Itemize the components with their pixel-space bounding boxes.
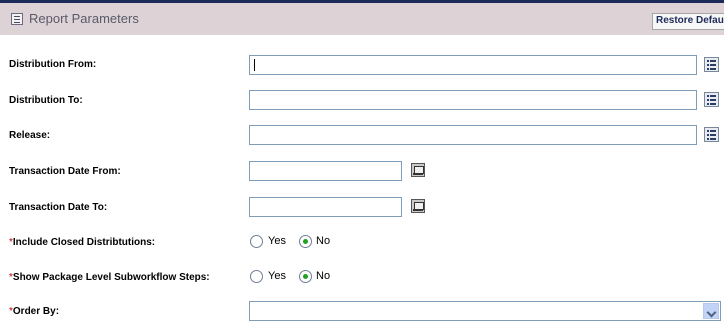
text-caret	[254, 59, 255, 71]
order-by-select[interactable]	[249, 301, 721, 321]
show-package-level-yes-radio[interactable]	[250, 270, 263, 283]
no-option-label: No	[316, 235, 331, 247]
chevron-down-icon[interactable]	[703, 303, 719, 319]
list-picker-icon[interactable]	[704, 57, 719, 72]
distribution-from-input[interactable]	[249, 55, 697, 75]
transaction-date-to-input[interactable]	[249, 197, 402, 217]
include-closed-label: *Include Closed Distribtutions:	[9, 237, 156, 248]
transaction-date-from-label: Transaction Date From:	[9, 166, 121, 177]
show-package-level-label: *Show Package Level Subworkflow Steps:	[9, 272, 210, 283]
calendar-icon[interactable]	[411, 199, 425, 213]
distribution-from-label: Distribution From:	[9, 59, 97, 70]
calendar-icon[interactable]	[411, 163, 425, 177]
yes-option-label: Yes	[268, 235, 286, 247]
no-option-label: No	[316, 270, 331, 282]
include-closed-no-radio[interactable]	[299, 235, 312, 248]
transaction-date-to-label: Transaction Date To:	[9, 202, 108, 213]
report-parameters-header: Report Parameters Restore Default	[0, 0, 724, 35]
section-title: Report Parameters	[29, 11, 139, 26]
list-picker-icon[interactable]	[704, 127, 719, 142]
collapse-section-icon[interactable]	[11, 13, 23, 25]
include-closed-yes-radio[interactable]	[250, 235, 263, 248]
restore-default-button[interactable]: Restore Default	[652, 13, 724, 30]
yes-option-label: Yes	[268, 270, 286, 282]
distribution-to-input[interactable]	[249, 90, 697, 110]
release-label: Release:	[9, 130, 51, 141]
list-picker-icon[interactable]	[704, 92, 719, 107]
release-input[interactable]	[249, 125, 697, 145]
transaction-date-from-input[interactable]	[249, 161, 402, 181]
order-by-label: *Order By:	[9, 306, 60, 317]
show-package-level-no-radio[interactable]	[299, 270, 312, 283]
distribution-to-label: Distribution To:	[9, 95, 83, 106]
